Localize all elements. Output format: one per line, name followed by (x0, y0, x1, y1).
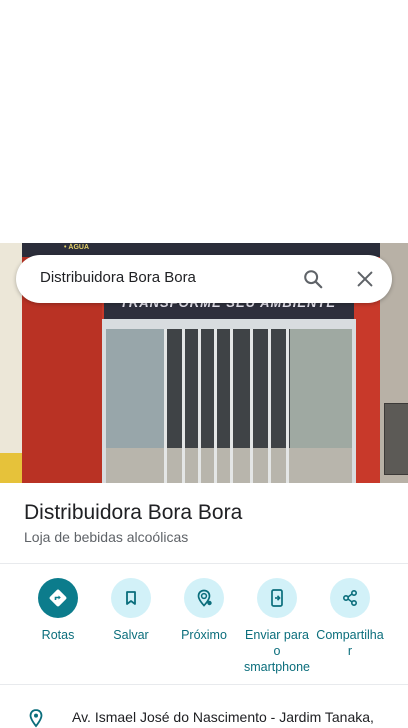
directions-label: Rotas (41, 628, 75, 642)
divider (0, 563, 408, 564)
photo-electrical-box (384, 403, 408, 475)
close-icon[interactable] (354, 268, 376, 290)
directions-button-circle[interactable] (38, 578, 78, 618)
send-to-phone-label-line: Enviar para (245, 628, 309, 642)
nearby-label: Próximo (181, 628, 227, 642)
share-button[interactable]: Compartilha r (312, 577, 388, 677)
nearby-button[interactable]: Próximo (166, 577, 242, 677)
nearby-button-circle[interactable] (184, 578, 224, 618)
directions-icon (49, 589, 67, 607)
photo-gate-bar (182, 329, 185, 483)
photo-gate-bar (268, 329, 271, 483)
share-label-line: r (347, 644, 353, 658)
save-button-circle[interactable] (111, 578, 151, 618)
bookmark-icon (126, 591, 136, 605)
map-area[interactable] (0, 0, 408, 243)
save-button[interactable]: Salvar (93, 577, 169, 677)
send-to-phone-label-line: o (273, 644, 281, 658)
photo-gate-bar (198, 329, 201, 483)
send-to-phone-label: Enviar para o smartphone (239, 627, 315, 675)
photo-floor (106, 448, 352, 483)
photo-gate-bar (250, 329, 253, 483)
share-button-circle[interactable] (330, 578, 370, 618)
photo-gate-bar (164, 329, 167, 483)
search-input[interactable]: Distribuidora Bora Bora (40, 269, 196, 286)
directions-button[interactable]: Rotas (20, 577, 96, 677)
share-label-line: Compartilha (316, 628, 384, 642)
photo-left-stripe (0, 453, 22, 483)
place-category: Loja de bebidas alcoólicas (24, 529, 189, 545)
photo-top-sign-text: • ÁGUA (64, 244, 90, 251)
share-label: Compartilha r (312, 627, 388, 659)
photo-gate-bar (286, 329, 289, 483)
send-to-phone-label-line: smartphone (243, 660, 310, 674)
place-address[interactable]: Av. Ismael José do Nascimento - Jardim T… (72, 709, 374, 725)
nearby-icon (197, 589, 212, 607)
save-label: Salvar (113, 628, 149, 642)
send-to-phone-button[interactable]: Enviar para o smartphone (239, 577, 315, 677)
share-icon (342, 589, 358, 607)
divider (0, 684, 408, 685)
search-icon[interactable] (302, 268, 324, 290)
send-to-phone-button-circle[interactable] (257, 578, 297, 618)
search-bar[interactable]: Distribuidora Bora Bora (16, 255, 392, 303)
photo-gate-bar (230, 329, 233, 483)
send-to-phone-icon (271, 589, 283, 607)
place-title: Distribuidora Bora Bora (24, 501, 243, 524)
location-pin-icon (29, 709, 43, 728)
photo-gate-bar (214, 329, 217, 483)
